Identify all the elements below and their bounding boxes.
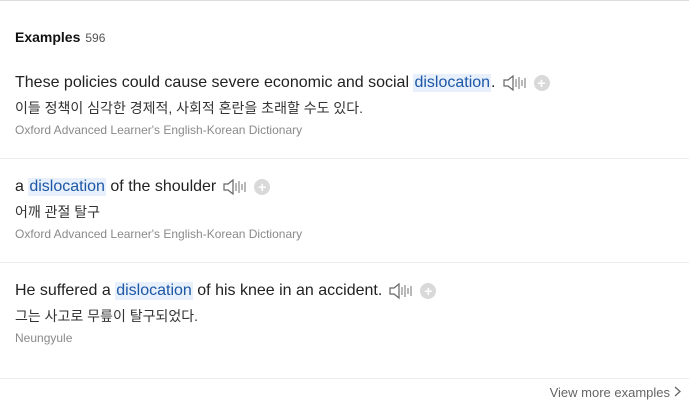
sentence-text: of his knee in an accident. bbox=[192, 282, 383, 299]
view-more-link[interactable]: View more examples bbox=[550, 385, 681, 400]
example-translation: 이들 정책이 심각한 경제적, 사회적 혼란을 초래할 수도 있다. bbox=[15, 100, 364, 116]
examples-count: 596 bbox=[85, 31, 106, 45]
plus-icon[interactable]: + bbox=[420, 283, 437, 299]
divider bbox=[0, 262, 689, 263]
examples-header: Examples 596 bbox=[15, 29, 105, 45]
example-translation: 어깨 관절 탈구 bbox=[15, 204, 101, 220]
highlighted-term[interactable]: dislocation bbox=[115, 282, 193, 300]
plus-icon[interactable]: + bbox=[254, 179, 271, 195]
sentence-text: . bbox=[491, 74, 496, 91]
highlighted-term[interactable]: dislocation bbox=[28, 178, 106, 196]
example-sentence: He suffered a dislocation of his knee in… bbox=[15, 280, 437, 302]
example-source: Oxford Advanced Learner's English-Korean… bbox=[15, 227, 303, 241]
top-border bbox=[0, 0, 689, 1]
example-sentence: a dislocation of the shoulder + bbox=[15, 176, 271, 198]
example-source: Neungyule bbox=[15, 331, 73, 345]
speaker-icon[interactable] bbox=[222, 177, 248, 197]
view-more-label: View more examples bbox=[549, 385, 670, 400]
divider bbox=[0, 158, 689, 159]
sentence-text: He suffered a bbox=[15, 282, 116, 299]
example-translation: 그는 사고로 무릎이 탈구되었다. bbox=[15, 308, 198, 324]
example-sentence: These policies could cause severe econom… bbox=[15, 72, 550, 94]
highlighted-term[interactable]: dislocation bbox=[413, 74, 492, 92]
sentence-text: a bbox=[15, 178, 29, 195]
speaker-icon[interactable] bbox=[502, 73, 528, 93]
chevron-right-icon bbox=[674, 385, 681, 400]
speaker-icon[interactable] bbox=[388, 281, 414, 301]
sentence-text: These policies could cause severe econom… bbox=[15, 74, 414, 91]
section-title: Examples bbox=[15, 29, 81, 45]
example-source: Oxford Advanced Learner's English-Korean… bbox=[15, 123, 303, 137]
plus-icon[interactable]: + bbox=[533, 75, 550, 91]
divider bbox=[0, 378, 689, 379]
sentence-text: of the shoulder bbox=[105, 178, 217, 195]
